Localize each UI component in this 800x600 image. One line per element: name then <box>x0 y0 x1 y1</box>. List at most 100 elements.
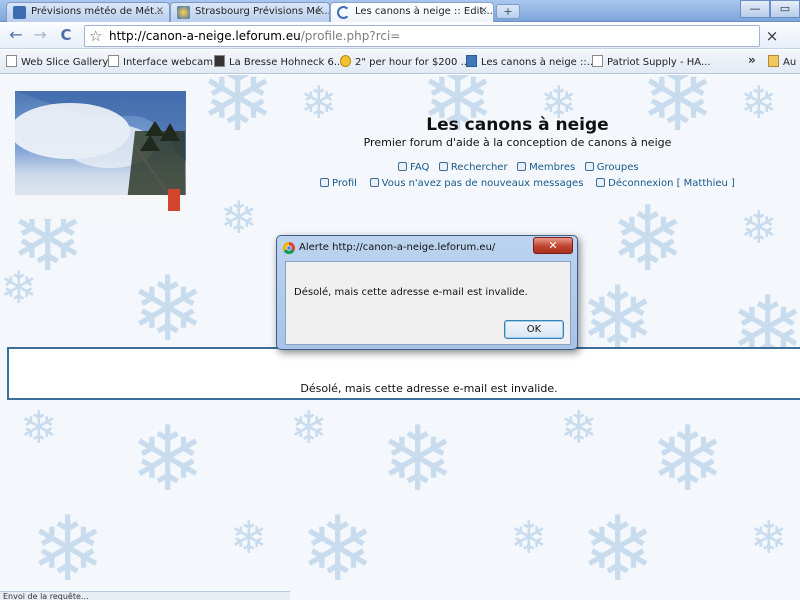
stop-button[interactable]: × <box>764 26 780 46</box>
bookmark-per-hour[interactable]: 2" per hour for $200 ... <box>340 55 470 68</box>
link-label: FAQ <box>410 162 430 173</box>
link-label: Profil <box>332 178 357 189</box>
snowflake-icon: ❄ <box>750 511 788 564</box>
site-title[interactable]: Les canons à neige <box>360 115 675 135</box>
other-bookmarks-folder[interactable]: Au <box>768 55 796 68</box>
link-label: Déconnexion [ Matthieu ] <box>608 178 735 189</box>
members-icon <box>517 162 527 171</box>
members-link[interactable]: Membres <box>517 162 575 173</box>
bookmark-web-slice-gallery[interactable]: Web Slice Gallery <box>6 55 108 68</box>
url-path: /profile.php?rci= <box>300 29 401 43</box>
link-label: Groupes <box>596 162 639 173</box>
bookmark-patriot-supply[interactable]: Patriot Supply - HA... <box>592 55 711 68</box>
tab-label: Les canons à neige :: Edit... <box>355 6 493 17</box>
bookmark-les-canons[interactable]: Les canons à neige ::... <box>466 55 596 68</box>
bookmark-la-bresse[interactable]: La Bresse Hohneck 6... <box>214 55 343 68</box>
tab-label: Prévisions météo de Mét... <box>31 6 164 17</box>
link-label: Rechercher <box>450 162 508 173</box>
tab-les-canons-a-neige[interactable]: Les canons à neige :: Edit... × <box>330 2 494 22</box>
bookmark-label: La Bresse Hohneck 6... <box>229 57 344 68</box>
private-messages-link[interactable]: Vous n'avez pas de nouveaux messages <box>369 178 584 189</box>
tab-label: Strasbourg Prévisions Mé... <box>195 6 330 17</box>
groups-link[interactable]: Groupes <box>584 162 639 173</box>
bookmark-label: 2" per hour for $200 ... <box>355 57 471 68</box>
link-label: Membres <box>529 162 576 173</box>
forum-nav-primary: FAQ Rechercher Membres Groupes <box>398 162 639 173</box>
help-icon <box>398 162 407 171</box>
bookmark-label: Interface webcam <box>123 57 213 68</box>
maximize-button[interactable]: ▭ <box>770 0 800 18</box>
status-bar: Envoi de la requête... <box>0 591 290 600</box>
forward-button[interactable]: → <box>30 26 50 46</box>
snowflake-icon: ❄ <box>230 511 268 564</box>
dialog-title: Alerte http://canon-a-neige.leforum.eu/ <box>299 242 496 253</box>
forum-nav-secondary: Profil Vous n'avez pas de nouveaux messa… <box>320 178 735 189</box>
reload-button[interactable]: C <box>56 26 76 46</box>
ok-button[interactable]: OK <box>504 320 564 339</box>
snowflake-icon: ❄ <box>510 511 548 564</box>
snowflake-icon: ❄ <box>380 407 456 512</box>
bookmarks-overflow-chevron[interactable]: » <box>748 53 756 67</box>
page-icon <box>592 55 603 67</box>
profile-link[interactable]: Profil <box>320 178 357 189</box>
snowflake-icon: ❄ <box>130 257 206 362</box>
snowflake-icon: ❄ <box>580 497 656 600</box>
navigation-bar: ← → C ☆ http://canon-a-neige.leforum.eu/… <box>0 23 800 49</box>
snowflake-icon: ❄ <box>290 401 328 454</box>
close-tab-icon[interactable]: × <box>316 5 324 16</box>
bookmarks-bar: Web Slice Gallery Interface webcam La Br… <box>0 50 800 74</box>
snowflake-icon: ❄ <box>740 201 778 254</box>
snowflake-icon: ❄ <box>300 497 376 600</box>
snowflake-icon: ❄ <box>20 401 58 454</box>
page-icon <box>13 6 26 19</box>
snowflake-icon: ❄ <box>30 497 106 600</box>
tab-strasbourg-previsions[interactable]: Strasbourg Prévisions Mé... × <box>170 2 330 22</box>
snowflake-icon <box>466 55 477 67</box>
snowflake-icon: ❄ <box>560 401 598 454</box>
bookmark-interface-webcam[interactable]: Interface webcam <box>108 55 213 68</box>
page-icon <box>108 55 119 67</box>
groups-icon <box>584 162 594 171</box>
faq-link[interactable]: FAQ <box>398 162 429 173</box>
snowflake-icon: ❄ <box>0 261 38 314</box>
search-icon <box>438 162 448 171</box>
star-icon[interactable]: ☆ <box>89 26 102 46</box>
bookmark-label: Les canons à neige ::... <box>481 57 597 68</box>
bookmark-label: Au <box>783 57 797 68</box>
error-message-box: Désolé, mais cette adresse e-mail est in… <box>7 347 800 400</box>
snowflake-icon: ❄ <box>200 75 276 152</box>
logout-icon <box>596 178 606 187</box>
close-tab-icon[interactable]: × <box>156 5 164 16</box>
new-tab-button[interactable]: + <box>496 4 520 19</box>
snow-cannon-illustration <box>15 91 186 219</box>
alert-dialog: Alerte http://canon-a-neige.leforum.eu/ … <box>276 235 578 350</box>
tab-strip: Prévisions météo de Mét... × Strasbourg … <box>0 0 800 22</box>
weather-icon <box>177 6 190 19</box>
logout-link[interactable]: Déconnexion [ Matthieu ] <box>596 178 735 189</box>
dialog-message: Désolé, mais cette adresse e-mail est in… <box>294 287 528 298</box>
snowflake-icon: ❄ <box>220 191 258 244</box>
site-icon <box>214 55 225 67</box>
bookmark-label: Web Slice Gallery <box>21 57 109 68</box>
snowflake-icon: ❄ <box>740 76 778 129</box>
snowflake-icon: ❄ <box>650 407 726 512</box>
snowflake-icon: ❄ <box>130 407 206 512</box>
link-label: Vous n'avez pas de nouveaux messages <box>381 178 584 189</box>
snowflake-icon: ❄ <box>300 76 338 129</box>
bookmark-label: Patriot Supply - HA... <box>607 57 711 68</box>
snow-drop-icon <box>340 55 351 67</box>
header-snow-cannon-image[interactable] <box>15 91 186 219</box>
site-description: Premier forum d'aide à la conception de … <box>363 136 672 149</box>
page-icon <box>6 55 17 67</box>
tab-previsions-meteo[interactable]: Prévisions météo de Mét... × <box>6 2 170 22</box>
dialog-close-button[interactable]: ✕ <box>533 237 573 254</box>
minimize-button[interactable]: — <box>740 0 770 18</box>
back-button[interactable]: ← <box>6 26 26 46</box>
url-host: http://canon-a-neige.leforum.eu <box>109 29 301 43</box>
loading-icon <box>337 6 350 19</box>
search-link[interactable]: Rechercher <box>438 162 508 173</box>
chrome-icon <box>283 242 295 254</box>
error-message-text: Désolé, mais cette adresse e-mail est in… <box>300 382 558 395</box>
address-bar[interactable]: ☆ http://canon-a-neige.leforum.eu/profil… <box>84 25 760 47</box>
close-tab-icon[interactable]: × <box>480 5 488 16</box>
